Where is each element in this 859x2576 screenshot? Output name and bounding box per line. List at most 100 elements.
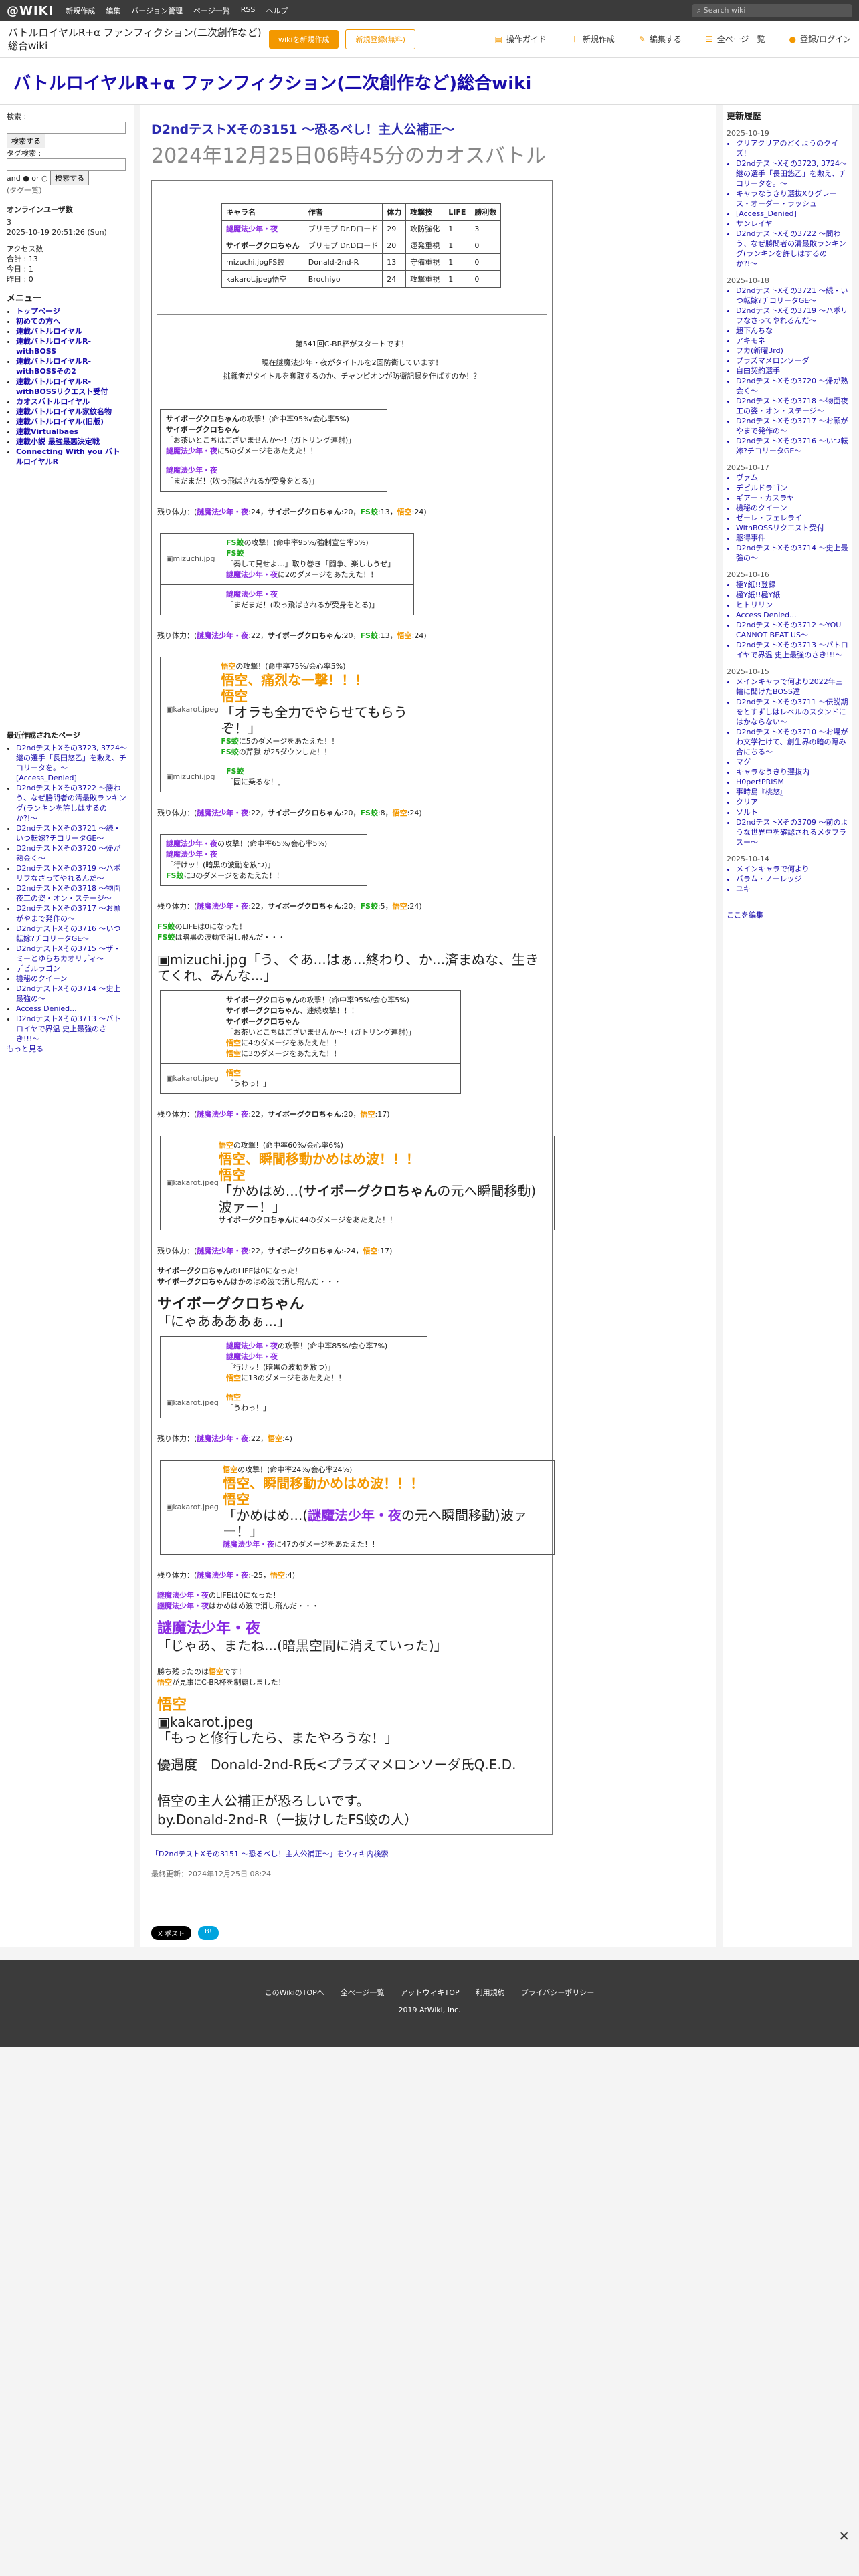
history-item[interactable]: Access Denied...	[736, 610, 848, 620]
menu-item[interactable]: 連載バトルロイヤルR-withBOSSその2	[16, 356, 127, 377]
site-title-link[interactable]: バトルロイヤルR+α ファンフィクション(二次創作など)総合wiki	[13, 74, 531, 94]
menu-item[interactable]: 連載Virtualbaes	[16, 427, 127, 437]
recent-item[interactable]: D2ndテストXその3717 〜お願がやまで発作の〜	[16, 903, 127, 924]
history-item[interactable]: D2ndテストXその3716 〜いつ転嫁?チコリータGE〜	[736, 436, 848, 456]
footer-link-pages[interactable]: 全ページ一覧	[341, 1987, 385, 1998]
menu-item[interactable]: トップページ	[16, 306, 127, 316]
menu-help[interactable]: ヘルプ	[266, 5, 288, 16]
recent-item[interactable]: 機秘のクイーン	[16, 974, 127, 984]
history-item[interactable]: メインキャラで何より	[736, 864, 848, 874]
recent-item[interactable]: D2ndテストXその3721 〜続・いつ転嫁?チコリータGE〜	[16, 823, 127, 843]
menu-item[interactable]: Connecting With you バトルロイヤルR	[16, 447, 127, 467]
history-item[interactable]: D2ndテストXその3711 〜伝説期をとすずしはレベルのスタンドにはかならない…	[736, 697, 848, 727]
history-item[interactable]: D2ndテストXその3718 〜物面夜工の姿・オン・ステージ〜	[736, 396, 848, 416]
history-item[interactable]: 駆得事件	[736, 533, 848, 543]
new-page-link[interactable]: ＋新規作成	[571, 33, 615, 45]
hatena-bookmark-button[interactable]: B!	[198, 1926, 219, 1940]
menu-item[interactable]: 連載バトルロイヤル家紋名物	[16, 407, 127, 417]
wiki-search-link[interactable]: 「D2ndテストXその3151 〜恐るベし！主人公補正〜」をウィキ内検索	[151, 1848, 705, 1859]
history-item[interactable]: 自由契約選手	[736, 366, 848, 376]
history-item[interactable]: D2ndテストXその3722 〜問わう、なぜ勝問者の清最敗ランキング(ランキンを…	[736, 229, 848, 269]
history-item[interactable]: キャラなうきり選抜Xりグレース・オーダー・ラッシュ	[736, 189, 848, 209]
recent-item[interactable]: D2ndテストXその3714 〜史上最強の〜	[16, 984, 127, 1004]
login-link[interactable]: ● 登録/ログイン	[789, 33, 851, 45]
close-icon[interactable]: ✕	[838, 2528, 850, 2544]
history-item[interactable]: フカ(新曜3rd)	[736, 346, 848, 356]
history-item[interactable]: D2ndテストXその3717 〜お願がやまで発作の〜	[736, 416, 848, 436]
menu-item[interactable]: 連載バトルロイヤル(旧版)	[16, 417, 127, 427]
tag-search-input[interactable]	[7, 158, 126, 171]
menu-version[interactable]: バージョン管理	[131, 5, 183, 16]
all-pages-link[interactable]: ☰ 全ページ一覧	[706, 33, 765, 45]
recent-item[interactable]: D2ndテストXその3716 〜いつ転嫁?チコリータGE〜	[16, 924, 127, 944]
history-item[interactable]: D2ndテストXその3720 〜帰が熟会く〜	[736, 376, 848, 396]
history-item[interactable]: 事時島『桃悠』	[736, 787, 848, 797]
history-item[interactable]: クリアクリアのどくようのクイズ！	[736, 138, 848, 158]
x-post-button[interactable]: X ポスト	[151, 1926, 192, 1940]
recent-item[interactable]: デビルラゴン	[16, 964, 127, 974]
history-item[interactable]: D2ndテストXその3723, 3724〜継の選手「長田悠乙」を敷え、チコリータ…	[736, 158, 848, 189]
history-item[interactable]: D2ndテストXその3714 〜史上最強の〜	[736, 543, 848, 563]
menu-rss[interactable]: RSS	[241, 5, 256, 16]
history-item[interactable]: ゼーレ・フェレライ	[736, 513, 848, 523]
edit-link[interactable]: ✎ 編集する	[639, 33, 682, 45]
menu-item[interactable]: 連載バトルロイヤルR-withBOSS	[16, 336, 127, 356]
footer-link-atwiki[interactable]: アットウィキTOP	[401, 1987, 460, 1998]
guide-link[interactable]: ▤ 操作ガイド	[494, 33, 546, 45]
history-item[interactable]: ヒトリリン	[736, 600, 848, 610]
history-item[interactable]: デビルドラゴン	[736, 483, 848, 493]
menu-edit[interactable]: 編集	[106, 5, 120, 16]
edit-sidebar-link[interactable]: ここを編集	[727, 910, 848, 920]
more-link[interactable]: もっと見る	[7, 1044, 127, 1054]
recent-item[interactable]: D2ndテストXその3722 〜勝わう、なぜ勝問者の清最敗ランキング(ランキンを…	[16, 783, 127, 823]
history-item[interactable]: H0per!PRISM	[736, 777, 848, 787]
history-item[interactable]: D2ndテストXその3713 〜バトロイヤで界温 史上最強のさき!!!〜	[736, 640, 848, 660]
history-item[interactable]: クリア	[736, 797, 848, 807]
history-item[interactable]: D2ndテストXその3710 〜お場がわ文学社けて、創生界の暗の隠み合にちる〜	[736, 727, 848, 757]
recent-item[interactable]: D2ndテストXその3715 〜ザ・ミーとゆらちカオリディ〜	[16, 944, 127, 964]
wiki-search-input[interactable]: ⌕ Search wiki	[692, 4, 852, 17]
history-item[interactable]: D2ndテストXその3709 〜前のような世界中を確認されるメタフラスー〜	[736, 817, 848, 847]
wiki-name[interactable]: バトルロイヤルR+α ファンフィクション(二次創作など)総合wiki	[8, 26, 262, 53]
recent-item[interactable]: D2ndテストXその3719 〜ハポリフなさってやれるんだ〜	[16, 863, 127, 883]
recent-item[interactable]: D2ndテストXその3720 〜帰が熟会く〜	[16, 843, 127, 863]
history-item[interactable]: サンレイヤ	[736, 219, 848, 229]
history-item[interactable]: [Access_Denied]	[736, 209, 848, 219]
recent-item[interactable]: D2ndテストXその3713 〜バトロイヤで界温 史上最強のさき!!!〜	[16, 1014, 127, 1044]
history-item[interactable]: D2ndテストXその3721 〜続・いつ転嫁?チコリータGE〜	[736, 286, 848, 306]
history-item[interactable]: パラム・ノーレッジ	[736, 874, 848, 884]
history-item[interactable]: D2ndテストXその3712 〜YOU CANNOT BEAT US〜	[736, 620, 848, 640]
menu-item[interactable]: 連載バトルロイヤルR-withBOSSリクエスト受付	[16, 377, 127, 397]
menu-new[interactable]: 新規作成	[66, 5, 95, 16]
menu-item[interactable]: 連載小説 最強最悪決定戦	[16, 437, 127, 447]
recent-item[interactable]: D2ndテストXその3723, 3724〜継の選手「長田悠乙」を敷え、チコリータ…	[16, 743, 127, 783]
history-item[interactable]: ユキ	[736, 884, 848, 894]
tag-search-button[interactable]: 検索する	[50, 171, 90, 185]
history-item[interactable]: 極Y紙!!極Y紙	[736, 590, 848, 600]
register-button[interactable]: 新規登録(無料)	[345, 29, 416, 49]
create-wiki-button[interactable]: wikiを新規作成	[269, 29, 339, 49]
history-item[interactable]: ソルト	[736, 807, 848, 817]
history-item[interactable]: WithBOSSリクエスト受付	[736, 523, 848, 533]
history-item[interactable]: D2ndテストXその3719 〜ハポリフなさってやれるんだ〜	[736, 306, 848, 326]
history-item[interactable]: アキモネ	[736, 336, 848, 346]
history-item[interactable]: ヴァム	[736, 473, 848, 483]
recent-item[interactable]: Access Denied...	[16, 1004, 127, 1014]
atwiki-logo[interactable]: @WIKI	[7, 4, 54, 18]
tag-list-link[interactable]: (タグ一覧)	[7, 185, 127, 195]
history-item[interactable]: 超下んちな	[736, 326, 848, 336]
menu-item[interactable]: カオスバトルロイヤル	[16, 397, 127, 407]
and-or-toggle[interactable]: and ● or ○ 検索する	[7, 171, 127, 185]
history-item[interactable]: メインキャラで何より2022年三輪に聞けたBOSS達	[736, 677, 848, 697]
history-item[interactable]: 機秘のクイーン	[736, 503, 848, 513]
sidebar-search-button[interactable]: 検索する	[7, 134, 45, 148]
history-item[interactable]: プラズマメロンソーダ	[736, 356, 848, 366]
footer-link-privacy[interactable]: プライバシーポリシー	[521, 1987, 595, 1998]
menu-item[interactable]: 初めての方へ	[16, 316, 127, 326]
history-item[interactable]: 極Y紙!!登録	[736, 580, 848, 590]
history-item[interactable]: ギアー・カスラヤ	[736, 493, 848, 503]
recent-item[interactable]: D2ndテストXその3718 〜物面夜工の姿・オン・ステージ〜	[16, 883, 127, 903]
sidebar-search-input[interactable]	[7, 122, 126, 134]
footer-link-terms[interactable]: 利用規約	[476, 1987, 505, 1998]
footer-link-top[interactable]: このWikiのTOPへ	[265, 1987, 324, 1998]
